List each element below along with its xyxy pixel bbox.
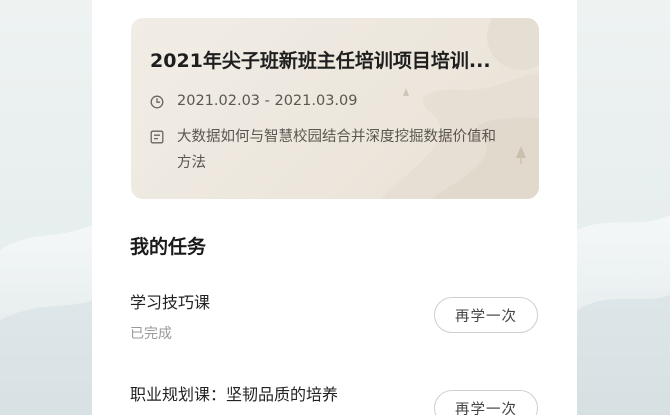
relearn-button[interactable]: 再学一次 — [434, 297, 538, 333]
task-name: 学习技巧课 — [130, 293, 211, 312]
course-date-row: 2021.02.03 - 2021.03.09 — [150, 93, 358, 109]
task-name: 职业规划课：坚韧品质的培养 — [130, 385, 339, 404]
main-panel: 2021年尖子班新班主任培训项目培训... 2021.02.03 - 2021.… — [92, 0, 577, 415]
course-card[interactable]: 2021年尖子班新班主任培训项目培训... 2021.02.03 - 2021.… — [131, 18, 539, 199]
clock-icon — [150, 95, 164, 109]
course-topic: 大数据如何与智慧校园结合并深度挖掘数据价值和方法 — [177, 129, 496, 171]
tasks-section-title: 我的任务 — [130, 236, 207, 258]
task-status: 已完成 — [130, 326, 172, 342]
course-topic-row: 大数据如何与智慧校园结合并深度挖掘数据价值和方法 — [150, 124, 510, 176]
document-icon — [150, 130, 164, 144]
relearn-button[interactable]: 再学一次 — [434, 390, 538, 415]
course-date-range: 2021.02.03 - 2021.03.09 — [177, 93, 358, 109]
course-title: 2021年尖子班新班主任培训项目培训... — [150, 50, 491, 72]
